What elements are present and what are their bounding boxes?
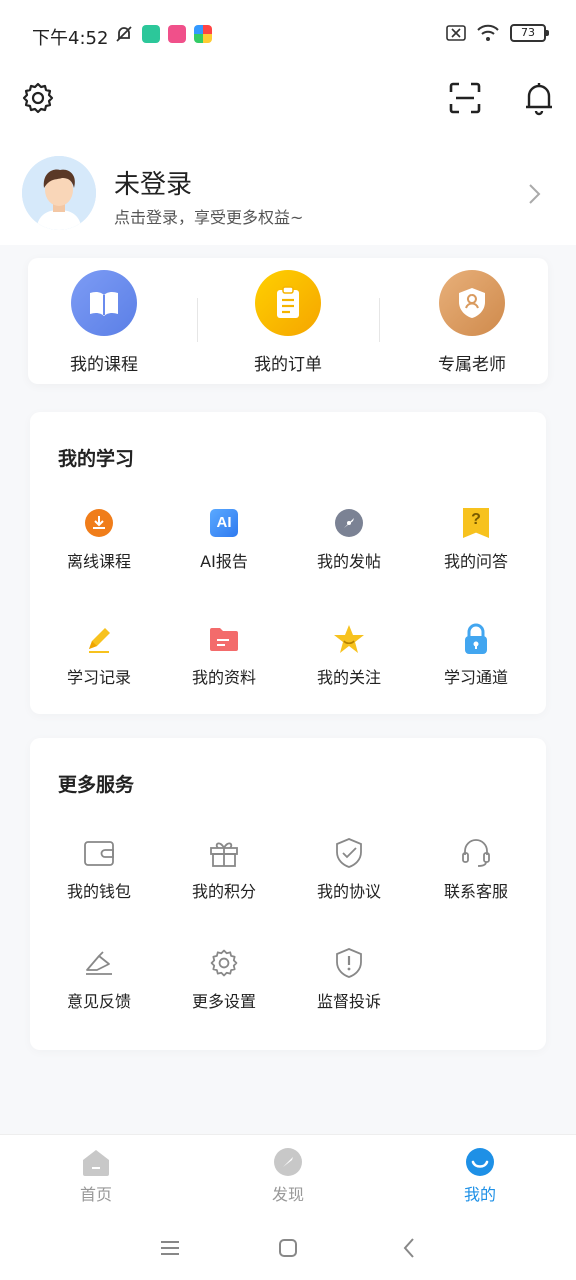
battery-icon: 73: [510, 24, 549, 42]
question-icon-text: ?: [463, 508, 489, 538]
download-icon: [82, 506, 116, 540]
grid-study-channel[interactable]: 学习通道: [416, 622, 536, 688]
gift-icon: [207, 836, 241, 870]
grid-label: 意见反馈: [66, 992, 131, 1011]
quick-label: 专属老师: [438, 355, 506, 375]
grid-feedback[interactable]: 意见反馈: [39, 946, 159, 1012]
settings-icon[interactable]: [20, 80, 56, 116]
tab-label: 我的: [463, 1185, 496, 1204]
discover-icon: [273, 1147, 303, 1177]
question-icon: ?: [459, 506, 493, 540]
sim-x-icon: [446, 25, 466, 41]
divider: [197, 298, 198, 342]
quick-exclusive-teacher[interactable]: 专属老师: [402, 270, 542, 375]
app-pink-icon: [168, 25, 186, 43]
clipboard-icon: [255, 270, 321, 336]
status-notifications: [114, 24, 212, 44]
grid-label: 我的发帖: [316, 552, 381, 571]
quick-label: 我的课程: [70, 355, 138, 375]
star-icon: [332, 622, 366, 656]
avatar[interactable]: [22, 156, 96, 230]
grid-study-records[interactable]: 学习记录: [39, 622, 159, 688]
pencil-icon: [82, 622, 116, 656]
grid-label: 我的资料: [191, 668, 256, 687]
grid-label: 监督投诉: [316, 992, 381, 1011]
folder-icon: [207, 622, 241, 656]
quick-label: 我的订单: [254, 355, 322, 375]
headset-icon: [459, 836, 493, 870]
lock-icon: [459, 622, 493, 656]
ai-icon-text: AI: [210, 509, 238, 537]
grid-my-qa[interactable]: ? 我的问答: [416, 506, 536, 572]
back-icon[interactable]: [396, 1234, 424, 1262]
wallet-icon: [82, 836, 116, 870]
compass-icon: [332, 506, 366, 540]
grid-my-materials[interactable]: 我的资料: [164, 622, 284, 688]
bottom-tab-bar: 首页 发现 我的: [0, 1134, 576, 1220]
grid-my-wallet[interactable]: 我的钱包: [39, 836, 159, 902]
tab-home[interactable]: 首页: [36, 1147, 156, 1205]
tab-mine[interactable]: 我的: [420, 1147, 540, 1205]
home-icon: [81, 1147, 111, 1177]
teacher-shield-icon: [439, 270, 505, 336]
grid-label: 我的钱包: [66, 882, 131, 901]
grid-contact-support[interactable]: 联系客服: [416, 836, 536, 902]
home-square-icon[interactable]: [274, 1234, 302, 1262]
section-title: 我的学习: [58, 448, 135, 470]
quick-my-courses[interactable]: 我的课程: [34, 270, 174, 375]
user-avatar-icon: [22, 156, 96, 230]
chevron-right-icon[interactable]: [524, 182, 544, 206]
profile-smile-icon: [465, 1147, 495, 1177]
tab-label: 发现: [271, 1185, 304, 1204]
menu-icon[interactable]: [156, 1234, 184, 1262]
grid-label: 离线课程: [66, 552, 131, 571]
tab-label: 首页: [79, 1185, 112, 1204]
scan-icon[interactable]: [447, 80, 483, 116]
grid-ai-report[interactable]: AI AI报告: [164, 506, 284, 572]
grid-my-posts[interactable]: 我的发帖: [289, 506, 409, 572]
grid-label: 更多设置: [191, 992, 256, 1011]
grid-label: AI报告: [200, 552, 248, 571]
quick-actions-card: 我的课程 我的订单 专属老师: [28, 258, 548, 384]
bell-icon[interactable]: [521, 80, 557, 116]
feedback-icon: [82, 946, 116, 980]
app-pinwheel-icon: [194, 25, 212, 43]
grid-my-follows[interactable]: 我的关注: [289, 622, 409, 688]
system-navigation-bar: [0, 1220, 576, 1280]
app-shield-icon: [142, 25, 160, 43]
grid-more-settings[interactable]: 更多设置: [164, 946, 284, 1012]
ai-icon: AI: [207, 506, 241, 540]
book-icon: [71, 270, 137, 336]
quick-my-orders[interactable]: 我的订单: [218, 270, 358, 375]
grid-label: 我的协议: [316, 882, 381, 901]
grid-label: 学习记录: [66, 668, 131, 687]
status-time: 下午4:52: [32, 28, 109, 49]
gear-icon: [207, 946, 241, 980]
status-bar: 下午4:52 73: [0, 0, 576, 70]
wifi-icon: [477, 24, 499, 41]
grid-my-agreements[interactable]: 我的协议: [289, 836, 409, 902]
shield-check-icon: [332, 836, 366, 870]
section-title: 更多服务: [58, 774, 135, 796]
grid-label: 我的问答: [443, 552, 508, 571]
grid-complaints[interactable]: 监督投诉: [289, 946, 409, 1012]
more-services-card: 更多服务 我的钱包 我的积分 我的协议 联系客服 意见反馈 更多设置 监督投诉: [30, 738, 546, 1050]
login-title[interactable]: 未登录: [114, 164, 192, 201]
grid-label: 我的关注: [316, 668, 381, 687]
divider: [379, 298, 380, 342]
grid-my-points[interactable]: 我的积分: [164, 836, 284, 902]
grid-label: 我的积分: [191, 882, 256, 901]
grid-label: 学习通道: [443, 668, 508, 687]
status-system: 73: [446, 24, 549, 42]
bell-muted-icon: [116, 26, 132, 42]
grid-offline-courses[interactable]: 离线课程: [39, 506, 159, 572]
tab-discover[interactable]: 发现: [228, 1147, 348, 1205]
alert-shield-icon: [332, 946, 366, 980]
grid-label: 联系客服: [443, 882, 508, 901]
login-subtitle[interactable]: 点击登录，享受更多权益~: [114, 204, 303, 228]
my-study-card: 我的学习 离线课程 AI AI报告 我的发帖 ? 我的问答 学习记录 我的资料: [30, 412, 546, 714]
